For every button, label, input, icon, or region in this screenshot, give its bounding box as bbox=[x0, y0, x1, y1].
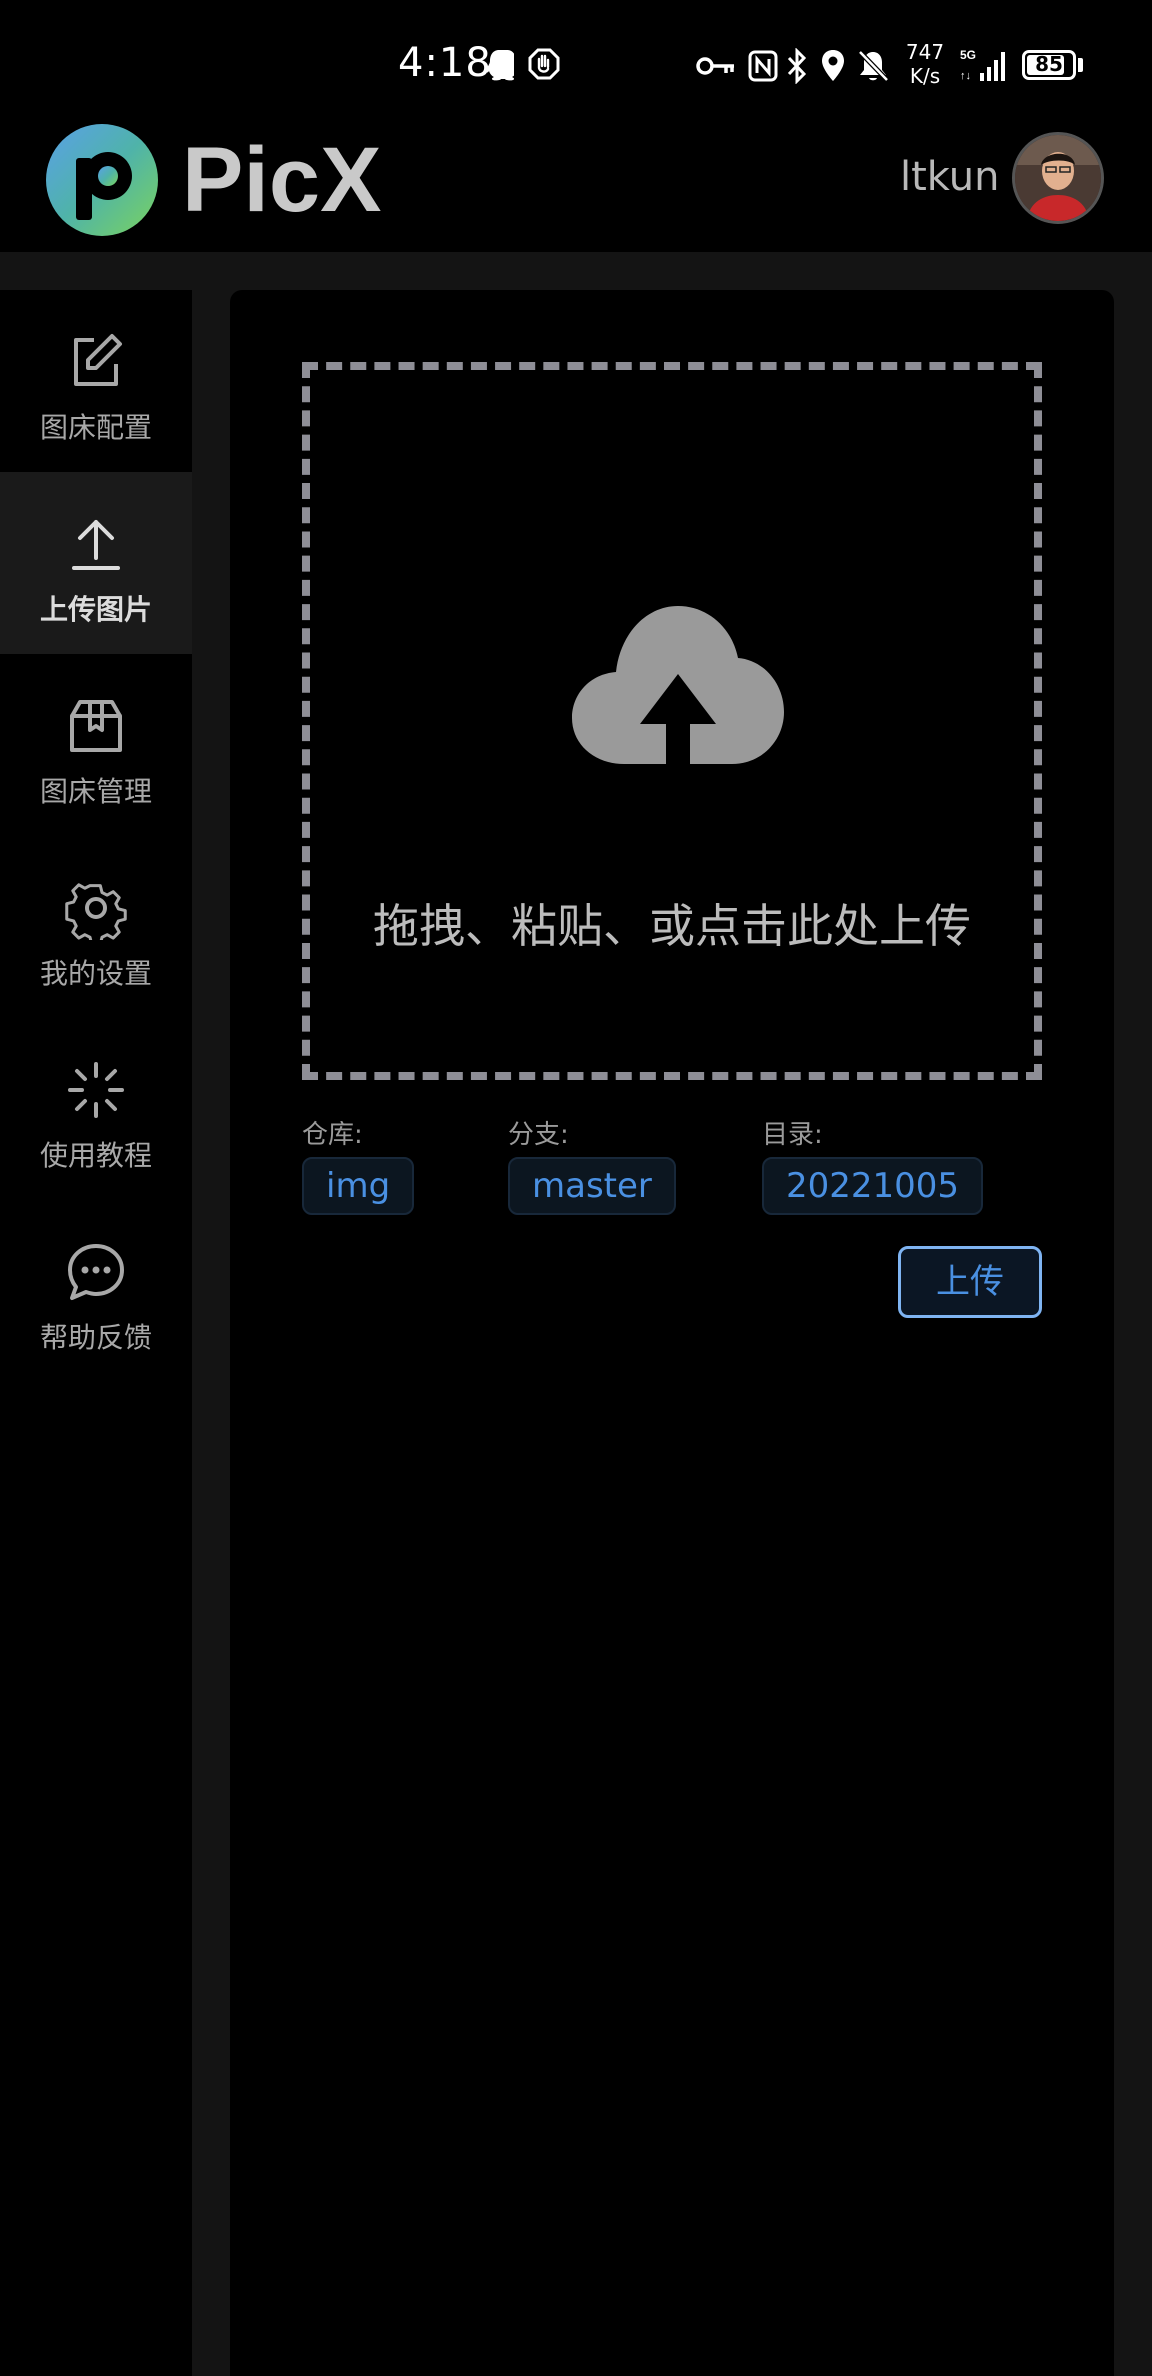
username[interactable]: ltkun bbox=[900, 154, 999, 200]
cloud-upload-icon bbox=[572, 606, 784, 766]
svg-text:↑↓: ↑↓ bbox=[960, 70, 971, 82]
avatar[interactable] bbox=[1012, 132, 1104, 224]
branch-label: 分支: bbox=[508, 1120, 569, 1150]
net-speed-value: 747 bbox=[905, 40, 945, 64]
signal-5g-icon: 5G ↑↓ bbox=[960, 48, 1005, 82]
upload-dropzone[interactable]: 拖拽、粘贴、或点击此处上传 bbox=[302, 362, 1042, 1080]
sidebar-item-upload-image[interactable]: 上传图片 bbox=[0, 472, 192, 654]
branch-field: 分支: master bbox=[508, 1114, 676, 1215]
sidebar-item-label: 我的设置 bbox=[39, 957, 152, 990]
repo-field: 仓库: img bbox=[302, 1114, 415, 1215]
edit-icon bbox=[74, 334, 122, 386]
app-name: PicX bbox=[182, 129, 382, 231]
mute-icon bbox=[858, 50, 889, 82]
sidebar-item-label: 图床配置 bbox=[39, 411, 152, 444]
upload-icon bbox=[72, 520, 120, 570]
sidebar-item-image-host-config[interactable]: 图床配置 bbox=[0, 290, 192, 472]
content-frame: 图床配置 上传图片 图床管理 我的设置 使用教程 帮助反馈 拖拽、粘贴、或点击此… bbox=[0, 252, 1152, 2376]
hand-icon bbox=[528, 48, 560, 80]
gear-icon bbox=[65, 883, 127, 940]
sidebar: 图床配置 上传图片 图床管理 我的设置 使用教程 帮助反馈 bbox=[0, 290, 192, 2376]
app-header: PicX ltkun bbox=[0, 120, 1152, 252]
app-screen: 4:18 747 K/s 5G ↑↓ 85 PicX ltkun 图床配置 上传… bbox=[0, 0, 1152, 2376]
directory-tag[interactable]: 20221005 bbox=[762, 1157, 984, 1215]
battery-level: 85 bbox=[1035, 52, 1063, 76]
net-speed: 747 K/s bbox=[900, 40, 950, 88]
chat-icon bbox=[68, 1244, 124, 1300]
sidebar-item-tutorial[interactable]: 使用教程 bbox=[0, 1018, 192, 1200]
box-icon bbox=[70, 700, 122, 752]
picx-logo[interactable] bbox=[46, 124, 158, 236]
key-icon bbox=[696, 57, 734, 75]
status-time: 4:18 bbox=[398, 40, 492, 86]
svg-text:5G: 5G bbox=[960, 48, 976, 62]
qq-icon bbox=[486, 50, 514, 81]
status-bar: 4:18 747 K/s 5G ↑↓ 85 bbox=[0, 0, 1152, 120]
sparkle-icon bbox=[68, 1062, 124, 1118]
sidebar-item-label: 使用教程 bbox=[39, 1139, 152, 1172]
upload-button[interactable]: 上传 bbox=[898, 1246, 1042, 1318]
battery-tip bbox=[1078, 58, 1083, 72]
sidebar-item-label: 上传图片 bbox=[39, 593, 152, 626]
battery-indicator: 85 bbox=[1022, 50, 1076, 80]
avatar-photo bbox=[1015, 135, 1101, 221]
repo-label: 仓库: bbox=[302, 1120, 363, 1150]
sidebar-item-my-settings[interactable]: 我的设置 bbox=[0, 836, 192, 1018]
sidebar-item-label: 图床管理 bbox=[39, 775, 152, 808]
net-speed-unit: K/s bbox=[909, 64, 941, 88]
nfc-icon bbox=[748, 50, 778, 82]
directory-field: 目录: 20221005 bbox=[762, 1114, 984, 1215]
dropzone-hint: 拖拽、粘贴、或点击此处上传 bbox=[373, 899, 971, 953]
bluetooth-icon bbox=[787, 48, 807, 84]
sidebar-item-help-feedback[interactable]: 帮助反馈 bbox=[0, 1200, 192, 1382]
upload-panel: 拖拽、粘贴、或点击此处上传 仓库: img 分支: master 目录: 202… bbox=[230, 290, 1114, 2376]
sidebar-item-image-host-manage[interactable]: 图床管理 bbox=[0, 654, 192, 836]
sidebar-item-label: 帮助反馈 bbox=[39, 1321, 152, 1354]
repo-tag[interactable]: img bbox=[302, 1157, 415, 1215]
directory-label: 目录: bbox=[762, 1120, 823, 1150]
location-icon bbox=[822, 50, 844, 81]
branch-tag[interactable]: master bbox=[508, 1157, 676, 1215]
